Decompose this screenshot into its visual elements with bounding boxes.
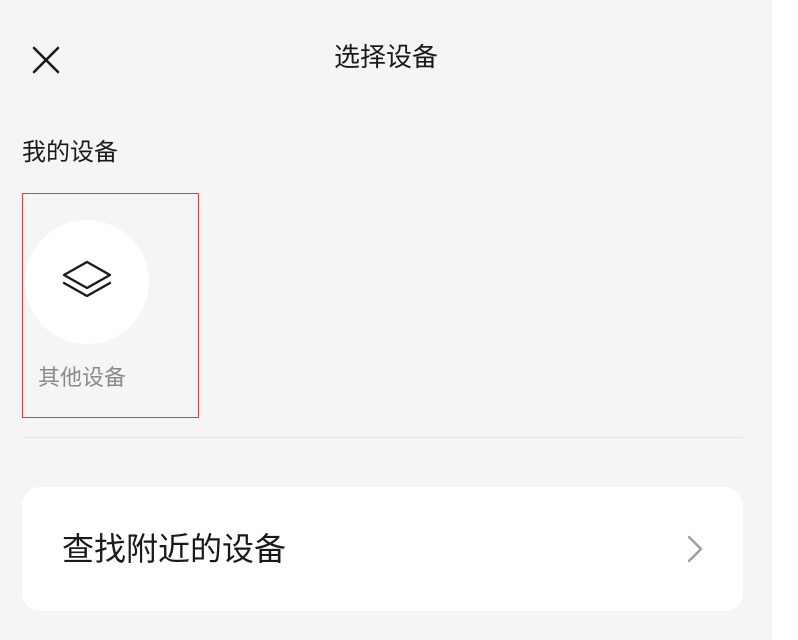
device-label: 其他设备 xyxy=(38,366,127,391)
divider xyxy=(22,437,743,438)
page-title: 选择设备 xyxy=(333,43,438,73)
my-devices-heading: 我的设备 xyxy=(22,138,118,166)
find-nearby-label: 查找附近的设备 xyxy=(62,530,287,568)
layers-icon xyxy=(62,260,112,298)
device-tile-other[interactable]: 其他设备 xyxy=(22,193,199,418)
chevron-right-icon xyxy=(687,535,703,563)
find-nearby-devices-button[interactable]: 查找附近的设备 xyxy=(22,487,743,611)
device-icon-circle xyxy=(25,220,149,344)
select-device-screen: 选择设备 我的设备 其他设备 查找附近的设备 xyxy=(0,0,772,640)
